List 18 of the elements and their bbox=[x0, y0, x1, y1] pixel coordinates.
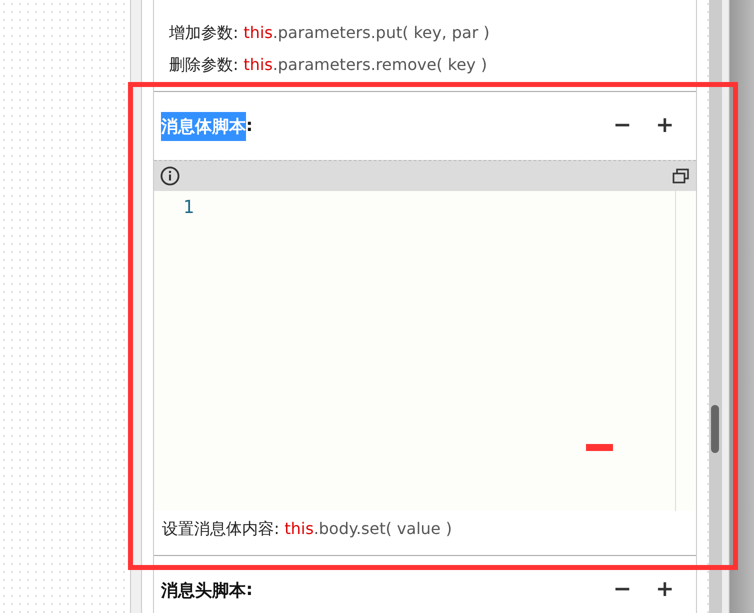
code-editor[interactable]: 1 bbox=[154, 191, 696, 511]
colon-text: : bbox=[246, 580, 253, 600]
annotation-dash bbox=[586, 444, 613, 451]
line-number: 1 bbox=[182, 197, 194, 218]
restore-window-icon[interactable] bbox=[672, 168, 690, 184]
scrollbar[interactable] bbox=[709, 0, 722, 613]
section-title: 消息体脚本 bbox=[161, 112, 246, 140]
hint-text: 删除参数: this.parameters.remove( key ) bbox=[168, 54, 488, 76]
expand-button[interactable]: + bbox=[650, 579, 680, 601]
hint-text: 增加参数: this.parameters.put( key, par ) bbox=[168, 22, 491, 44]
expand-button[interactable]: + bbox=[650, 115, 680, 137]
collapse-button[interactable]: − bbox=[607, 579, 638, 601]
info-icon[interactable] bbox=[160, 166, 180, 186]
collapse-button[interactable]: − bbox=[607, 115, 638, 137]
section-title: 消息头脚本 bbox=[161, 580, 246, 602]
colon-text: : bbox=[246, 116, 253, 136]
scrollbar-thumb[interactable] bbox=[711, 405, 719, 453]
hint-text: 设置消息体内容: this.body.set( value ) bbox=[161, 518, 453, 540]
